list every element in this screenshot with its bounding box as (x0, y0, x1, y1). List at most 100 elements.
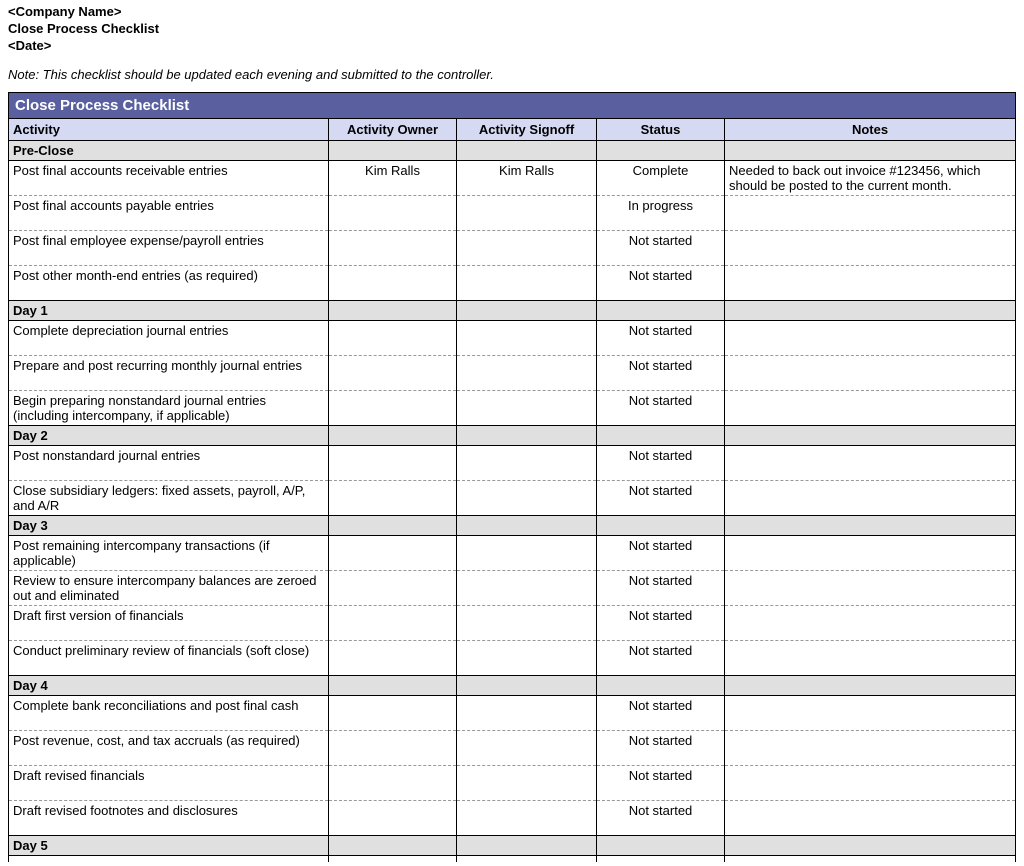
status-cell[interactable]: Not started (597, 481, 725, 516)
owner-cell[interactable] (329, 606, 457, 641)
signoff-cell[interactable] (457, 266, 597, 301)
owner-cell[interactable] (329, 356, 457, 391)
status-cell[interactable]: In progress (597, 196, 725, 231)
doc-note: Note: This checklist should be updated e… (8, 67, 1016, 82)
status-cell[interactable]: Not started (597, 356, 725, 391)
notes-cell[interactable] (725, 536, 1016, 571)
activity-cell[interactable]: Post other month-end entries (as require… (9, 266, 329, 301)
status-cell[interactable]: Not started (597, 536, 725, 571)
notes-cell[interactable] (725, 446, 1016, 481)
activity-cell[interactable]: Close subsidiary ledgers: fixed assets, … (9, 481, 329, 516)
notes-cell[interactable] (725, 801, 1016, 836)
activity-cell[interactable]: Prepare and post recurring monthly journ… (9, 356, 329, 391)
activity-cell[interactable]: Post nonstandard journal entries (9, 446, 329, 481)
section-row: Day 3 (9, 516, 1016, 536)
owner-cell[interactable] (329, 731, 457, 766)
notes-cell[interactable] (725, 196, 1016, 231)
section-row: Pre-Close (9, 141, 1016, 161)
owner-cell[interactable]: Kim Ralls (329, 161, 457, 196)
signoff-cell[interactable] (457, 696, 597, 731)
status-cell[interactable]: Complete (597, 161, 725, 196)
status-cell[interactable]: Not started (597, 606, 725, 641)
owner-cell[interactable] (329, 696, 457, 731)
signoff-cell[interactable] (457, 481, 597, 516)
status-cell[interactable]: Not started (597, 321, 725, 356)
activity-cell[interactable]: Post remaining intercompany transactions… (9, 536, 329, 571)
owner-cell[interactable] (329, 571, 457, 606)
signoff-cell[interactable] (457, 446, 597, 481)
activity-cell[interactable]: Conduct preliminary review of financials… (9, 641, 329, 676)
owner-cell[interactable] (329, 321, 457, 356)
table-row: Post final employee expense/payroll entr… (9, 231, 1016, 266)
signoff-cell[interactable] (457, 641, 597, 676)
section-row: Day 4 (9, 676, 1016, 696)
signoff-cell[interactable] (457, 536, 597, 571)
status-cell[interactable]: Not started (597, 801, 725, 836)
status-cell[interactable]: Not started (597, 571, 725, 606)
notes-cell[interactable]: Needed to back out invoice #123456, whic… (725, 161, 1016, 196)
signoff-cell[interactable] (457, 391, 597, 426)
status-cell[interactable]: Not started (597, 641, 725, 676)
status-cell[interactable]: Not started (597, 266, 725, 301)
activity-cell[interactable]: Complete depreciation journal entries (9, 321, 329, 356)
signoff-cell[interactable] (457, 356, 597, 391)
notes-cell[interactable] (725, 641, 1016, 676)
notes-cell[interactable] (725, 606, 1016, 641)
owner-cell[interactable] (329, 446, 457, 481)
signoff-cell[interactable] (457, 801, 597, 836)
section-row: Day 1 (9, 301, 1016, 321)
activity-cell[interactable]: Begin preparing nonstandard journal entr… (9, 391, 329, 426)
table-row: Review to ensure intercompany balances a… (9, 571, 1016, 606)
owner-cell[interactable] (329, 801, 457, 836)
column-header-row: Activity Activity Owner Activity Signoff… (9, 119, 1016, 141)
notes-cell[interactable] (725, 391, 1016, 426)
activity-cell[interactable]: Draft revised financials (9, 766, 329, 801)
activity-cell[interactable]: Draft first version of financials (9, 606, 329, 641)
signoff-cell[interactable] (457, 231, 597, 266)
notes-cell[interactable] (725, 766, 1016, 801)
notes-cell[interactable] (725, 266, 1016, 301)
section-label: Pre-Close (9, 141, 329, 161)
owner-cell[interactable] (329, 391, 457, 426)
notes-cell[interactable] (725, 696, 1016, 731)
signoff-cell[interactable] (457, 606, 597, 641)
status-cell[interactable]: Not started (597, 731, 725, 766)
activity-cell[interactable]: Post final accounts payable entries (9, 196, 329, 231)
owner-cell[interactable] (329, 196, 457, 231)
table-row: Post nonstandard journal entries Not star… (9, 446, 1016, 481)
signoff-cell[interactable] (457, 766, 597, 801)
signoff-cell[interactable]: Kim Ralls (457, 161, 597, 196)
owner-cell[interactable] (329, 231, 457, 266)
signoff-cell[interactable] (457, 321, 597, 356)
status-cell[interactable]: Not started (597, 446, 725, 481)
owner-cell[interactable] (329, 481, 457, 516)
activity-cell[interactable]: Post revenue, cost, and tax accruals (as… (9, 731, 329, 766)
notes-cell[interactable] (725, 731, 1016, 766)
signoff-cell[interactable] (457, 196, 597, 231)
owner-cell[interactable] (329, 641, 457, 676)
table-row: Prepare and post recurring monthly journ… (9, 356, 1016, 391)
owner-cell[interactable] (329, 766, 457, 801)
section-label: Day 3 (9, 516, 329, 536)
table-row: Post other month-end entries (as require… (9, 266, 1016, 301)
status-cell[interactable]: Not started (597, 231, 725, 266)
table-row: Draft first version of financials Not sta… (9, 606, 1016, 641)
section-label: Day 4 (9, 676, 329, 696)
owner-cell[interactable] (329, 536, 457, 571)
activity-cell[interactable]: Post final accounts receivable entries (9, 161, 329, 196)
status-cell[interactable]: Not started (597, 696, 725, 731)
activity-cell[interactable]: Complete bank reconciliations and post f… (9, 696, 329, 731)
activity-cell[interactable]: Review to ensure intercompany balances a… (9, 571, 329, 606)
notes-cell[interactable] (725, 571, 1016, 606)
activity-cell[interactable]: Draft revised footnotes and disclosures (9, 801, 329, 836)
status-cell[interactable]: Not started (597, 766, 725, 801)
signoff-cell[interactable] (457, 731, 597, 766)
notes-cell[interactable] (725, 356, 1016, 391)
notes-cell[interactable] (725, 481, 1016, 516)
notes-cell[interactable] (725, 321, 1016, 356)
notes-cell[interactable] (725, 231, 1016, 266)
activity-cell[interactable]: Post final employee expense/payroll entr… (9, 231, 329, 266)
status-cell[interactable]: Not started (597, 391, 725, 426)
owner-cell[interactable] (329, 266, 457, 301)
signoff-cell[interactable] (457, 571, 597, 606)
